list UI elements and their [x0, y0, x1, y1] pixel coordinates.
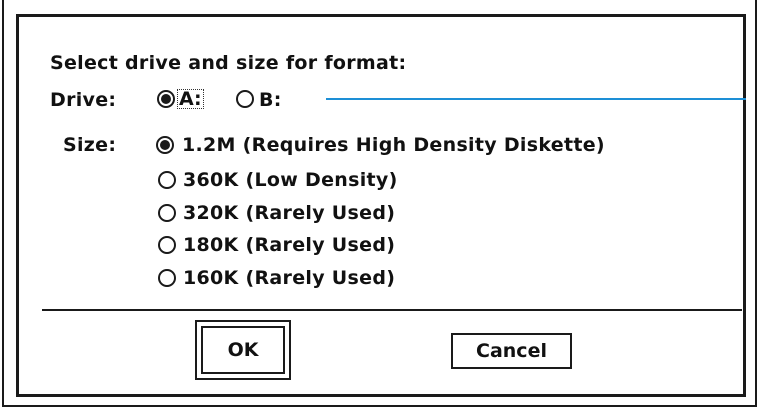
size-160k-label[interactable]: 160K (Rarely Used) [183, 267, 395, 289]
size-1-2m-label[interactable]: 1.2M (Requires High Density Diskette) [182, 134, 605, 156]
ok-button-default-ring: OK [195, 320, 291, 380]
size-360k-radio[interactable] [158, 171, 176, 189]
drive-a-radio[interactable] [157, 90, 175, 108]
size-320k-radio[interactable] [158, 204, 176, 222]
callout-line [326, 98, 746, 100]
size-320k-label[interactable]: 320K (Rarely Used) [183, 202, 395, 224]
size-360k-label[interactable]: 360K (Low Density) [183, 169, 398, 191]
size-160k-radio[interactable] [158, 269, 176, 287]
drive-a-label[interactable]: A: [177, 89, 204, 109]
size-label: Size: [63, 134, 117, 156]
drive-b-radio[interactable] [236, 90, 254, 108]
drive-b-label[interactable]: B: [259, 89, 282, 111]
size-1-2m-radio[interactable] [156, 136, 174, 154]
size-180k-label[interactable]: 180K (Rarely Used) [183, 234, 395, 256]
dialog-prompt: Select drive and size for format: [50, 52, 407, 74]
ok-button[interactable]: OK [201, 326, 285, 374]
size-180k-radio[interactable] [158, 236, 176, 254]
dialog-divider [42, 309, 742, 311]
cancel-button[interactable]: Cancel [451, 333, 572, 369]
drive-label: Drive: [50, 89, 117, 111]
